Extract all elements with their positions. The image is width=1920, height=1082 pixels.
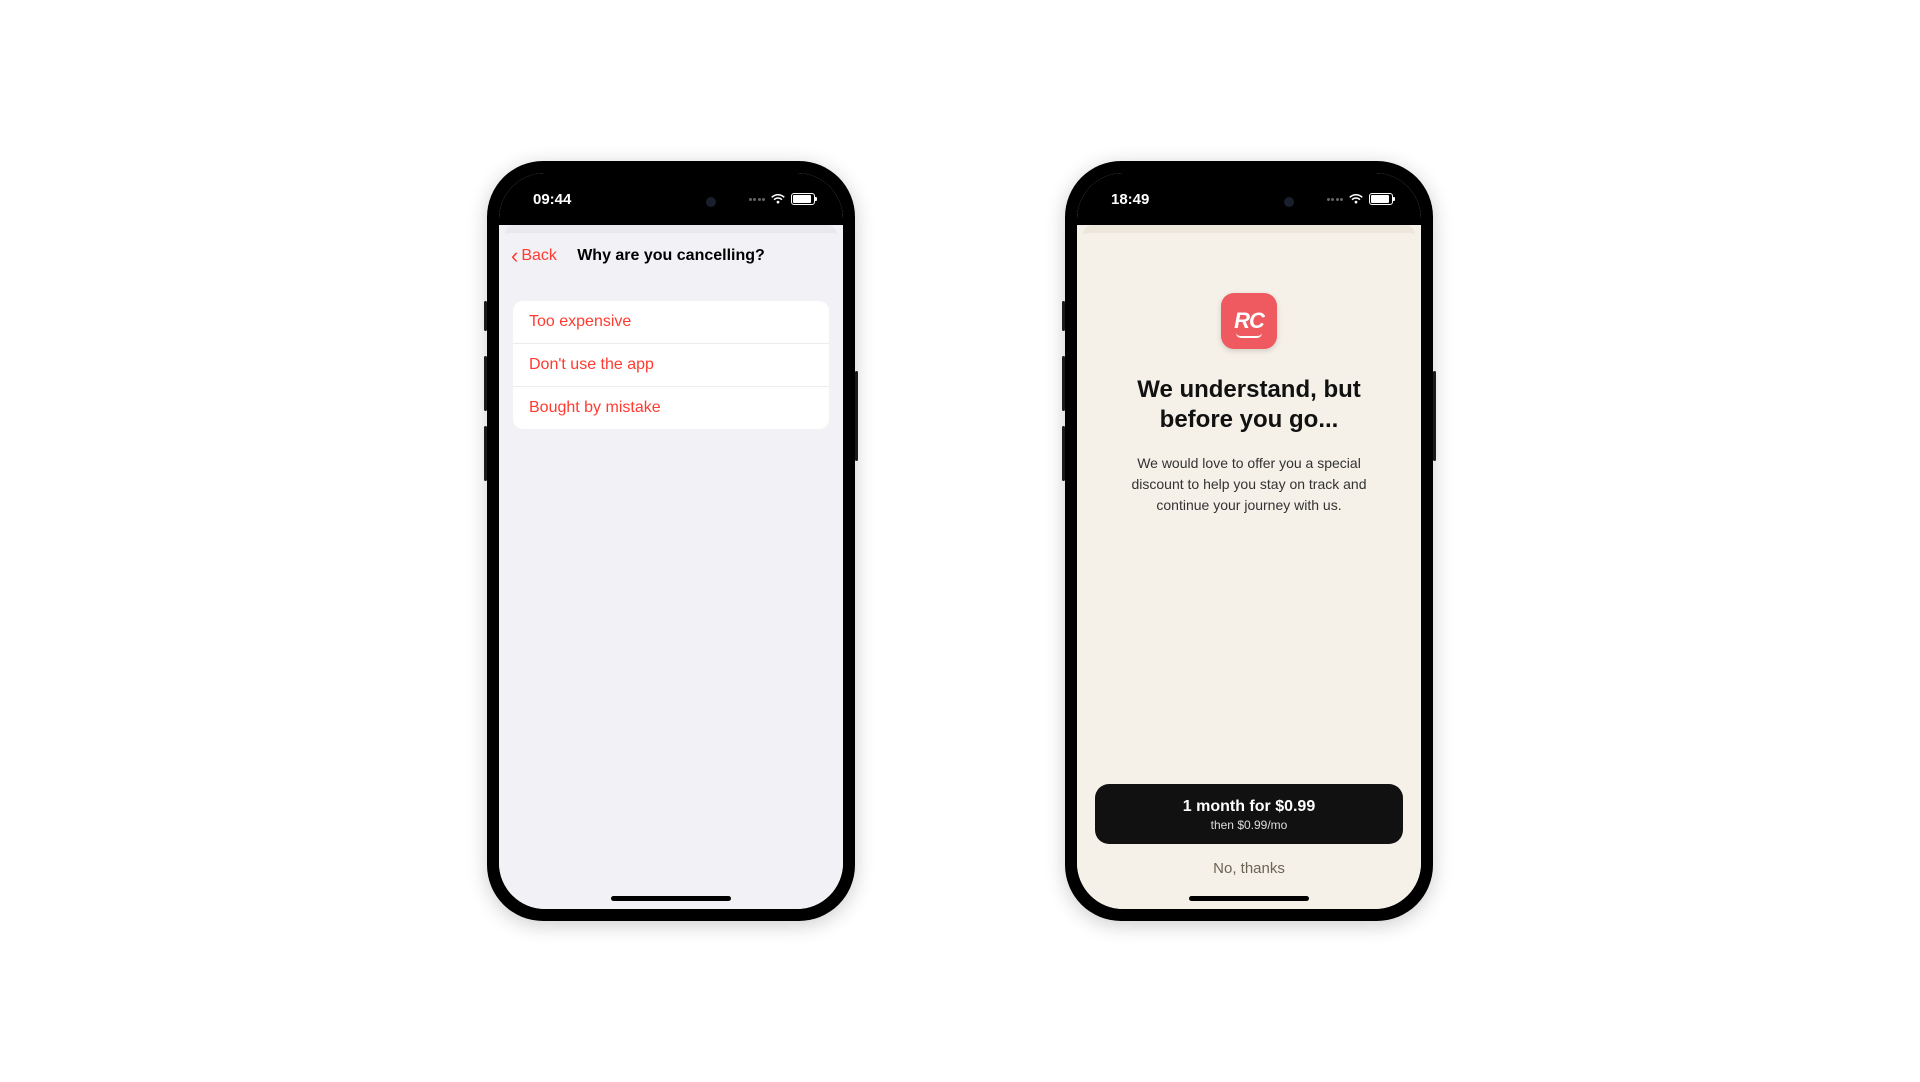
modal-sheet: RC We understand, but before you go... W… — [1077, 233, 1421, 909]
offer-price-line: 1 month for $0.99 — [1105, 798, 1393, 816]
accept-offer-button[interactable]: 1 month for $0.99 then $0.99/mo — [1095, 784, 1403, 844]
decline-offer-button[interactable]: No, thanks — [1095, 844, 1403, 883]
app-icon: RC — [1221, 293, 1277, 349]
status-right-icons — [1327, 193, 1394, 205]
status-right-icons — [749, 193, 816, 205]
front-camera — [706, 197, 716, 207]
phone-power-button — [855, 371, 858, 461]
offer-content: RC We understand, but before you go... W… — [1077, 233, 1421, 909]
wifi-icon — [1348, 193, 1364, 205]
offer-heading: We understand, but before you go... — [1101, 375, 1397, 435]
phone-volume-down — [1062, 426, 1065, 481]
phone-volume-up — [1062, 356, 1065, 411]
status-time: 09:44 — [533, 191, 571, 208]
chevron-left-icon: ‹ — [511, 245, 518, 267]
back-label: Back — [521, 247, 557, 265]
home-indicator[interactable] — [611, 896, 731, 901]
battery-icon — [791, 193, 815, 205]
offer-renewal-line: then $0.99/mo — [1105, 818, 1393, 832]
reason-bought-mistake[interactable]: Bought by mistake — [513, 387, 829, 429]
front-camera — [1284, 197, 1294, 207]
phone-mockup-cancel-survey: 09:44 ‹ Back Why are you cancelling? — [487, 161, 855, 921]
offer-actions: 1 month for $0.99 then $0.99/mo No, than… — [1095, 784, 1403, 883]
wifi-icon — [770, 193, 786, 205]
phone-side-button — [1062, 301, 1065, 331]
offer-body: We would love to offer you a special dis… — [1101, 453, 1397, 516]
dynamic-island — [616, 187, 726, 217]
cellular-icon — [749, 198, 766, 201]
phone-side-button — [484, 301, 487, 331]
modal-sheet: ‹ Back Why are you cancelling? Too expen… — [499, 233, 843, 909]
status-time: 18:49 — [1111, 191, 1149, 208]
reason-dont-use[interactable]: Don't use the app — [513, 344, 829, 387]
home-indicator[interactable] — [1189, 896, 1309, 901]
phone-mockup-offer: 18:49 RC We understand, but before you g… — [1065, 161, 1433, 921]
reason-too-expensive[interactable]: Too expensive — [513, 301, 829, 344]
phone-screen: 09:44 ‹ Back Why are you cancelling? — [499, 173, 843, 909]
nav-header: ‹ Back Why are you cancelling? — [499, 233, 843, 279]
app-icon-text: RC — [1234, 308, 1264, 334]
back-button[interactable]: ‹ Back — [511, 245, 557, 267]
phone-volume-down — [484, 426, 487, 481]
cellular-icon — [1327, 198, 1344, 201]
phone-screen: 18:49 RC We understand, but before you g… — [1077, 173, 1421, 909]
phone-power-button — [1433, 371, 1436, 461]
battery-icon — [1369, 193, 1393, 205]
dynamic-island — [1194, 187, 1304, 217]
phone-volume-up — [484, 356, 487, 411]
cancel-reason-list: Too expensive Don't use the app Bought b… — [513, 301, 829, 429]
